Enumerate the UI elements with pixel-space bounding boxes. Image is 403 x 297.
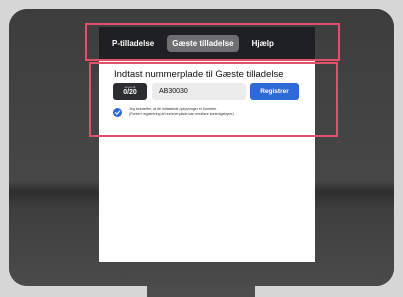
kiosk-screen: P-tilladelse Gæste tilladelse Hjælp Indt… [99, 27, 315, 262]
tab-bar: P-tilladelse Gæste tilladelse Hjælp [99, 27, 315, 59]
confirm-text-line2: (Forkert registrering af nummerplade kan… [129, 112, 234, 116]
usage-counter-value: 0/20 [123, 89, 137, 96]
tab-hjaelp[interactable]: Hjælp [247, 35, 279, 52]
check-icon [114, 110, 121, 115]
usage-counter: anvendt 0/20 [113, 83, 147, 100]
tab-gaeste-tilladelse[interactable]: Gæste tilladelse [167, 34, 239, 52]
license-plate-input[interactable]: AB30030 [152, 83, 246, 100]
form-title: Indtast nummerplade til Gæste tilladelse [114, 69, 284, 80]
tab-p-tilladelse[interactable]: P-tilladelse [107, 35, 159, 52]
confirm-checkbox[interactable] [113, 108, 122, 117]
confirm-text: Jeg bekræfter, at de indtastede oplysnin… [129, 107, 234, 117]
kiosk-stand [147, 286, 255, 297]
register-button[interactable]: Registrer [250, 83, 299, 100]
